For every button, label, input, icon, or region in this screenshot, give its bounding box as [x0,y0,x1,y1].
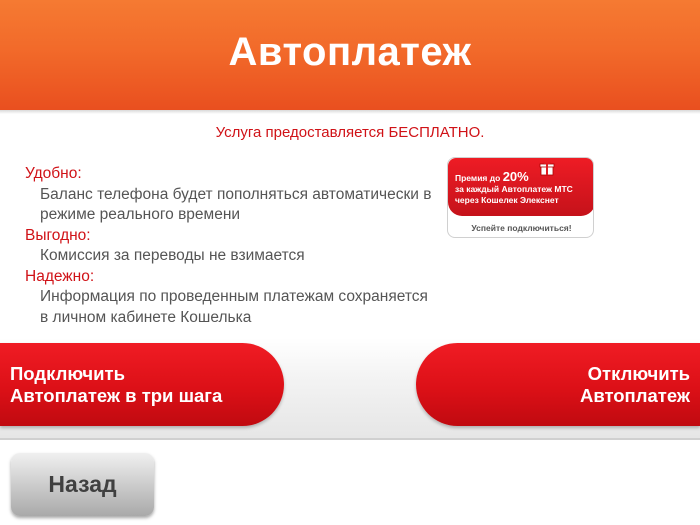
feature-desc-line: режиме реального времени [40,206,241,223]
promo-line-2: за каждый Автоплатеж МТС [455,184,573,194]
feature-desc-line: в личном кабинете Кошелька [40,308,252,326]
feature-title-convenient: Удобно: [25,165,82,182]
header-bar: Автоплатеж [0,0,700,110]
feature-title-reliable: Надежно: [25,267,95,285]
feature-desc-line: Комиссия за переводы не взимается [40,247,305,264]
promo-percent: 20% [502,169,529,184]
promo-text-block: Премия до 20% за каждый Автоплатеж МТС ч… [448,158,593,216]
gift-icon [539,161,555,176]
promo-banner[interactable]: Премия до 20% за каждый Автоплатеж МТС ч… [447,157,594,238]
promo-line-1: Премия до 20% [455,169,593,184]
header-divider [0,110,700,114]
connect-button-line-2: Автоплатеж в три шага [10,384,223,406]
promo-line-3: через Кошелек Элекснет [455,195,559,205]
connect-button-line-1: Подключить [10,362,125,384]
disconnect-button-line-2: Автоплатеж [579,384,690,406]
disconnect-autopay-button[interactable]: Отключить Автоплатеж [416,343,700,426]
features-list: Удобно: Баланс телефона будет пополнятьс… [25,164,445,328]
feature-title-profitable: Выгодно: [25,226,91,244]
connect-autopay-button[interactable]: Подключить Автоплатеж в три шага [0,343,284,426]
promo-footer: Успейте подключиться! [471,223,572,233]
back-button[interactable]: Назад [11,453,154,516]
feature-desc-line: Баланс телефона будет пополняться автома… [40,185,432,203]
page-title: Автоплатеж [228,29,472,74]
free-service-note: Услуга предоставляется БЕСПЛАТНО. [215,124,485,141]
promo-prefix: Премия до [455,173,503,183]
feature-desc-line: Информация по проведенным платежам сохра… [40,288,428,305]
disconnect-button-line-1: Отключить [587,362,690,384]
